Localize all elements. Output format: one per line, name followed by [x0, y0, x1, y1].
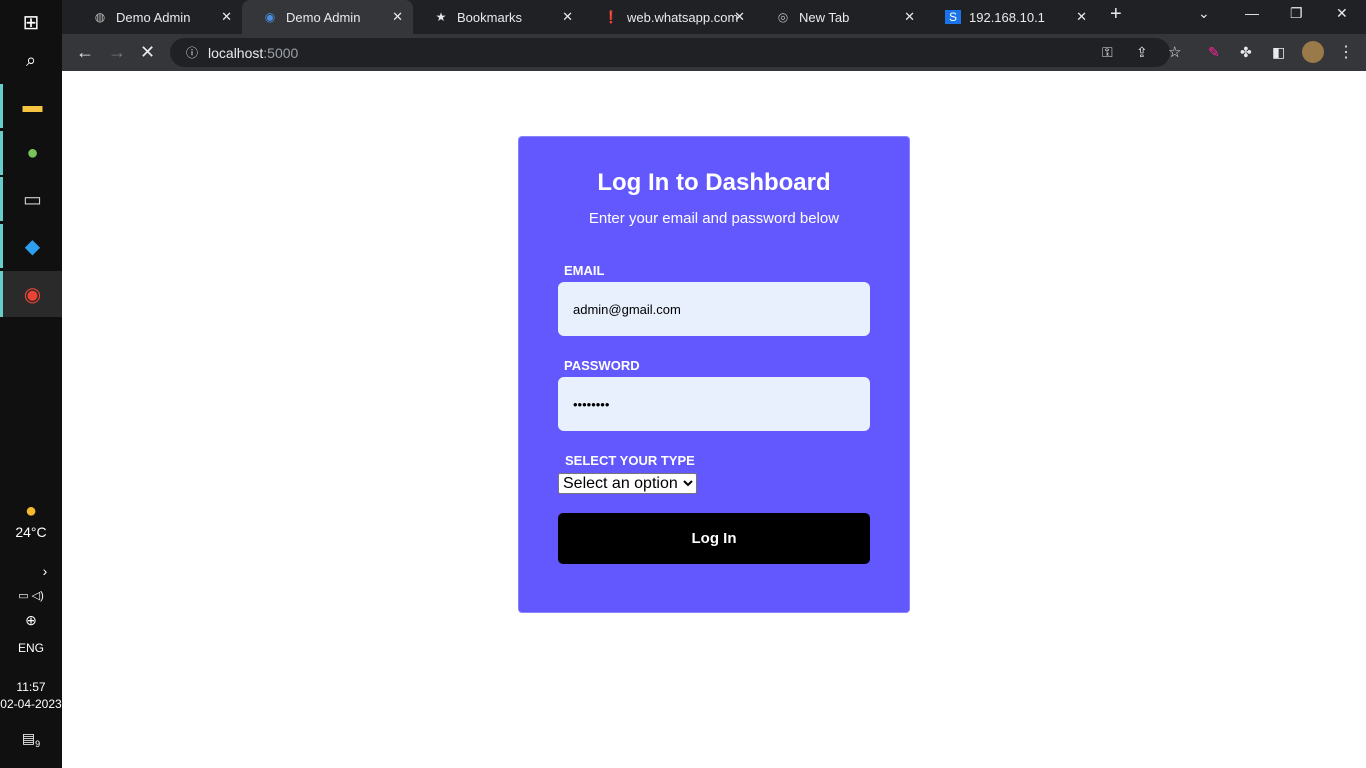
minimize-button[interactable]: —	[1245, 5, 1259, 21]
chrome-icon: ◎	[777, 10, 789, 24]
url-port: :5000	[263, 44, 299, 61]
globe-icon: ◍	[94, 10, 106, 24]
type-label: SELECT YOUR TYPE	[565, 453, 695, 468]
close-tab-icon[interactable]: ✕	[221, 9, 232, 25]
close-tab-icon[interactable]: ✕	[562, 9, 573, 25]
profile-avatar[interactable]	[1302, 41, 1324, 63]
chevron-up-icon[interactable]: ›	[14, 563, 76, 579]
close-tab-icon[interactable]: ✕	[1076, 9, 1087, 25]
tab[interactable]: ❗ web.whatsapp.com ✕	[583, 0, 755, 34]
tab-title: Demo Admin	[286, 9, 361, 25]
menu-icon[interactable]: ⋮	[1338, 42, 1354, 62]
key-icon[interactable]: ⚿	[1102, 44, 1113, 61]
share-icon[interactable]: ⇪	[1136, 44, 1148, 61]
battery-volume-icon[interactable]: ▭ ◁)	[0, 589, 62, 602]
toolbar: ← → ✕ ⓘ localhost:5000 ⚿ ⇪ ☆ ✎ ✤ ◧ ⋮	[62, 34, 1366, 71]
close-tab-icon[interactable]: ✕	[734, 9, 745, 25]
restore-button[interactable]: ❐	[1290, 5, 1303, 22]
temperature[interactable]: 24°C	[0, 524, 62, 540]
close-window-button[interactable]: ✕	[1336, 5, 1348, 22]
tab[interactable]: ◉ Demo Admin ✕	[242, 0, 413, 34]
new-tab-button[interactable]: +	[1110, 3, 1122, 26]
page-subtitle: Enter your email and password below	[588, 210, 840, 227]
notification-icon[interactable]: ▤9	[0, 730, 62, 749]
tab[interactable]: ◎ New Tab ✕	[755, 0, 925, 34]
terminal-icon[interactable]: ▭	[0, 177, 62, 221]
back-button[interactable]: ←	[76, 42, 94, 63]
login-card: Log In to Dashboard Enter your email and…	[518, 136, 910, 613]
close-tab-icon[interactable]: ✕	[904, 9, 915, 25]
chrome-app-icon: ◉	[264, 10, 276, 24]
chrome-icon[interactable]: ◉	[0, 271, 62, 317]
warning-icon: ❗	[603, 10, 619, 24]
extensions-icon[interactable]: ✤	[1240, 44, 1252, 61]
page-title: Log In to Dashboard	[597, 169, 831, 196]
extension-pen-icon[interactable]: ✎	[1208, 44, 1220, 61]
search-icon[interactable]: ⌕	[0, 38, 62, 82]
tab-title: New Tab	[799, 9, 850, 25]
tab-title: Bookmarks	[457, 9, 523, 25]
star-icon: ★	[435, 10, 447, 24]
s-icon: S	[945, 10, 961, 24]
info-icon[interactable]: ⓘ	[186, 44, 198, 61]
password-field[interactable]	[558, 377, 870, 431]
login-button[interactable]: Log In	[558, 513, 870, 564]
browser-chrome: ◍ Demo Admin ✕ ◉ Demo Admin ✕ ★ Bookmarks ✕ ❗ w…	[62, 0, 1366, 71]
tab[interactable]: ◍ Demo Admin ✕	[72, 0, 242, 34]
utorrent-icon[interactable]: ●	[0, 131, 62, 175]
file-explorer-icon[interactable]: ▬	[0, 84, 62, 128]
user-type-select[interactable]: Select an option	[558, 473, 697, 494]
language[interactable]: ENG	[0, 641, 62, 655]
network-icon[interactable]: ⊕	[0, 612, 62, 629]
forward-button[interactable]: →	[108, 42, 126, 63]
tab-title: Demo Admin	[116, 9, 191, 25]
tab[interactable]: S 192.168.10.1 ✕	[925, 0, 1097, 34]
address-bar[interactable]: ⓘ localhost:5000	[170, 38, 1170, 67]
bookmark-star-icon[interactable]: ☆	[1168, 43, 1181, 61]
weather-icon[interactable]: ●	[0, 500, 62, 523]
vscode-icon[interactable]: ◆	[0, 224, 62, 268]
password-label: PASSWORD	[564, 358, 640, 373]
clock-date[interactable]: 02-04-2023	[0, 697, 62, 711]
stop-loading-button[interactable]: ✕	[140, 42, 155, 63]
taskbar: ⊞ ⌕ ▬ ● ▭ ◆ ◉ ● 24°C › ▭ ◁) ⊕ ENG 11:57 …	[0, 0, 62, 768]
tab-search-icon[interactable]: ⌄	[1198, 5, 1210, 22]
tab-title: 192.168.10.1	[969, 9, 1045, 25]
url-host: localhost	[208, 44, 264, 61]
notification-count: 9	[35, 738, 41, 749]
clock-time[interactable]: 11:57	[0, 680, 62, 694]
email-label: EMAIL	[564, 263, 605, 278]
tab[interactable]: ★ Bookmarks ✕	[413, 0, 583, 34]
side-panel-icon[interactable]: ◧	[1272, 44, 1285, 61]
close-tab-icon[interactable]: ✕	[392, 9, 403, 25]
tab-title: web.whatsapp.com	[627, 9, 739, 25]
email-field[interactable]	[558, 282, 870, 336]
